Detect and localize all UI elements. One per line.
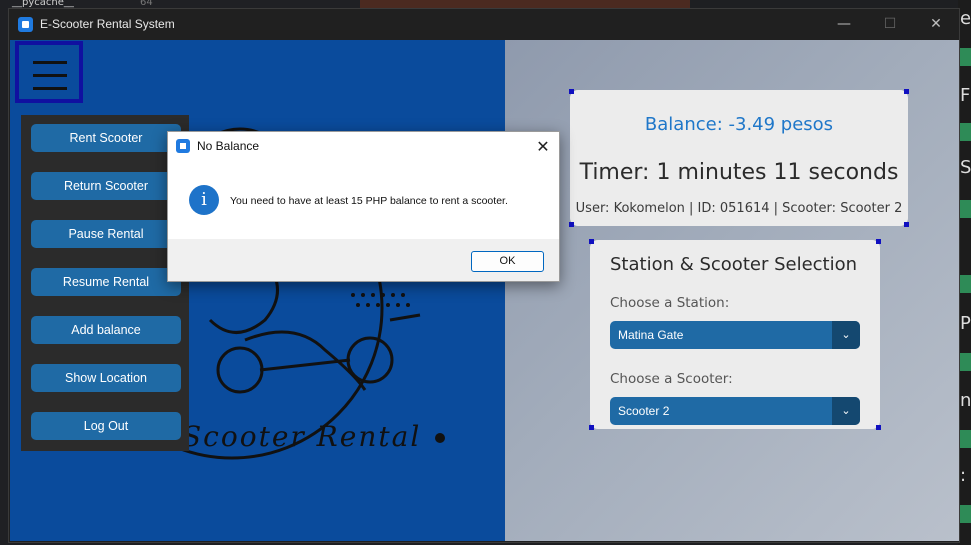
window-title: E-Scooter Rental System	[40, 17, 175, 31]
bg-green-badge	[960, 505, 971, 523]
balance-label: Balance: -3.49 pesos	[644, 114, 834, 135]
status-panel: Balance: -3.49 pesos Timer: 1 minutes 11…	[505, 40, 959, 541]
bg-green-badge	[960, 275, 971, 293]
app-icon	[176, 139, 190, 153]
user-info-label: User: Kokomelon | ID: 051614 | Scooter: …	[575, 201, 903, 216]
ide-folder-label: __pycache__	[12, 0, 74, 8]
logo-panel: Scooter Rental Rent Scooter Return Scoot…	[10, 40, 505, 541]
chevron-down-icon[interactable]: ⌄	[832, 397, 860, 425]
show-location-button[interactable]: Show Location	[31, 364, 181, 392]
hamburger-icon	[33, 74, 67, 77]
scooter-dropdown-value: Scooter 2	[618, 404, 670, 418]
dialog-title: No Balance	[197, 139, 260, 153]
dialog-message: You need to have at least 15 PHP balance…	[230, 195, 508, 207]
station-label: Choose a Station:	[610, 295, 730, 311]
card-corner-marker	[876, 425, 881, 430]
dialog-titlebar[interactable]: No Balance ✕	[168, 132, 559, 161]
window-content: Scooter Rental Rent Scooter Return Scoot…	[10, 40, 959, 541]
chevron-down-icon[interactable]: ⌄	[832, 321, 860, 349]
bg-letter: ne	[960, 390, 971, 411]
log-out-button[interactable]: Log Out	[31, 412, 181, 440]
card-corner-marker	[904, 89, 909, 94]
selection-title: Station & Scooter Selection	[610, 254, 858, 275]
bg-green-badge	[960, 353, 971, 371]
info-icon: i	[189, 185, 219, 215]
bg-green-badge	[960, 123, 971, 141]
window-titlebar[interactable]: E-Scooter Rental System — ☐ ✕	[9, 9, 959, 40]
scooter-dropdown[interactable]: Scooter 2 ⌄	[610, 397, 860, 425]
dialog-body: i You need to have at least 15 PHP balan…	[168, 161, 559, 239]
resume-rental-button[interactable]: Resume Rental	[31, 268, 181, 296]
bg-green-badge	[960, 430, 971, 448]
dialog-close-button[interactable]: ✕	[531, 135, 555, 159]
hamburger-icon	[33, 87, 67, 90]
bg-letter: P	[960, 313, 971, 334]
station-dropdown-value: Matina Gate	[618, 328, 684, 342]
add-balance-button[interactable]: Add balance	[31, 316, 181, 344]
maximize-button[interactable]: ☐	[867, 9, 913, 40]
timer-label: Timer: 1 minutes 11 seconds	[579, 160, 899, 185]
return-scooter-button[interactable]: Return Scooter	[31, 172, 181, 200]
card-corner-marker	[569, 222, 574, 227]
bg-letter: e	[960, 8, 971, 29]
selection-card: Station & Scooter Selection Choose a Sta…	[589, 239, 881, 430]
close-window-button[interactable]: ✕	[913, 9, 959, 40]
card-corner-marker	[904, 222, 909, 227]
scooter-label: Choose a Scooter:	[610, 371, 733, 387]
rental-status-card: Balance: -3.49 pesos Timer: 1 minutes 11…	[569, 89, 909, 227]
logo-text: Scooter Rental	[182, 420, 422, 453]
ide-line-number: 64	[140, 0, 153, 8]
pause-rental-button[interactable]: Pause Rental	[31, 220, 181, 248]
card-corner-marker	[569, 89, 574, 94]
card-corner-marker	[589, 239, 594, 244]
rent-scooter-button[interactable]: Rent Scooter	[31, 124, 181, 152]
no-balance-dialog: No Balance ✕ i You need to have at least…	[167, 131, 560, 282]
bg-letter: :	[960, 465, 967, 486]
bg-green-badge	[960, 48, 971, 66]
bg-letter: F	[960, 85, 971, 106]
bg-green-badge	[960, 200, 971, 218]
sidebar-menu: Rent Scooter Return Scooter Pause Rental…	[21, 115, 189, 451]
hamburger-menu-button[interactable]	[15, 41, 83, 103]
app-icon	[18, 17, 33, 32]
hamburger-icon	[33, 61, 67, 64]
card-corner-marker	[876, 239, 881, 244]
station-dropdown[interactable]: Matina Gate ⌄	[610, 321, 860, 349]
ok-button[interactable]: OK	[471, 251, 544, 272]
card-corner-marker	[589, 425, 594, 430]
minimize-button[interactable]: —	[821, 9, 867, 40]
bg-letter: S	[960, 157, 971, 178]
